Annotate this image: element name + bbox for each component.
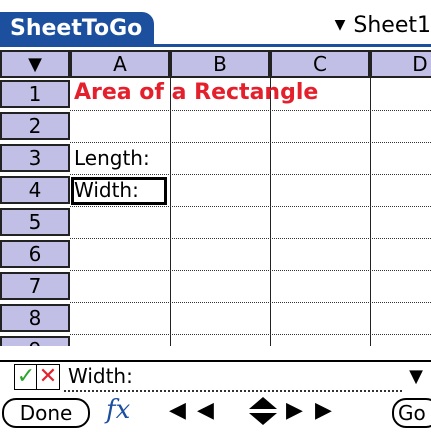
row-header-1[interactable]: 1	[0, 80, 70, 108]
title-bar: SheetToGo ▼ Sheet1	[0, 0, 431, 47]
row-header-3[interactable]: 3	[0, 144, 70, 172]
up-down-arrow-icon[interactable]	[249, 394, 279, 428]
left-arrow-icon[interactable]: ◀	[197, 398, 214, 423]
cell-entry-field[interactable]	[64, 362, 402, 392]
go-button[interactable]: Go	[392, 398, 431, 428]
row-header-5[interactable]: 5	[0, 208, 70, 236]
row-divider	[70, 174, 431, 175]
app-title: SheetToGo	[0, 12, 155, 46]
right-arrow-icon[interactable]: ▶	[315, 398, 332, 423]
triangle-down-icon: ▼	[28, 53, 42, 75]
row-header-6[interactable]: 6	[0, 240, 70, 268]
right-arrow-icon[interactable]: ▶	[286, 398, 303, 423]
column-divider	[370, 78, 371, 346]
row-header-9[interactable]: 9	[0, 336, 70, 346]
x-icon: ✕	[38, 364, 58, 389]
cell-a4[interactable]: Width:	[74, 178, 139, 202]
row-header-7[interactable]: 7	[0, 272, 70, 300]
row-divider	[70, 142, 431, 143]
select-all-corner[interactable]: ▼	[0, 50, 70, 78]
row-divider	[70, 334, 431, 335]
checkmark-icon: ✓	[16, 364, 36, 389]
row-divider	[70, 206, 431, 207]
column-divider	[270, 78, 271, 346]
up-arrow-icon	[249, 397, 277, 409]
column-header-a[interactable]: A	[70, 50, 170, 78]
left-arrow-icon[interactable]: ◀	[169, 398, 186, 423]
column-header-b[interactable]: B	[170, 50, 270, 78]
row-divider	[70, 110, 431, 111]
spreadsheet-grid[interactable]: ▼ A B C D 1 2 3 4 5 6 7 8 9 Area of a Re…	[0, 50, 431, 346]
column-divider	[170, 78, 171, 346]
triangle-down-icon: ▼	[334, 17, 346, 33]
row-divider	[70, 238, 431, 239]
cell-a1[interactable]: Area of a Rectangle	[74, 80, 318, 105]
column-header-c[interactable]: C	[270, 50, 370, 78]
row-header-4[interactable]: 4	[0, 176, 70, 204]
triangle-down-icon: ▼	[409, 366, 423, 387]
cell-a3[interactable]: Length:	[74, 146, 150, 170]
done-button[interactable]: Done	[2, 398, 90, 428]
accept-button[interactable]: ✓	[14, 364, 38, 390]
row-divider	[70, 270, 431, 271]
title-rule	[0, 44, 431, 47]
entry-dropdown-button[interactable]: ▼	[409, 366, 423, 387]
cancel-entry-button[interactable]: ✕	[36, 364, 60, 390]
column-header-d[interactable]: D	[370, 50, 431, 78]
down-arrow-icon	[249, 413, 277, 425]
row-header-2[interactable]: 2	[0, 112, 70, 140]
row-divider	[70, 302, 431, 303]
sheet-picker[interactable]: ▼ Sheet1	[335, 10, 431, 40]
function-button[interactable]: fx	[106, 395, 130, 425]
sheet-picker-label: Sheet1	[353, 12, 431, 38]
row-header-8[interactable]: 8	[0, 304, 70, 332]
